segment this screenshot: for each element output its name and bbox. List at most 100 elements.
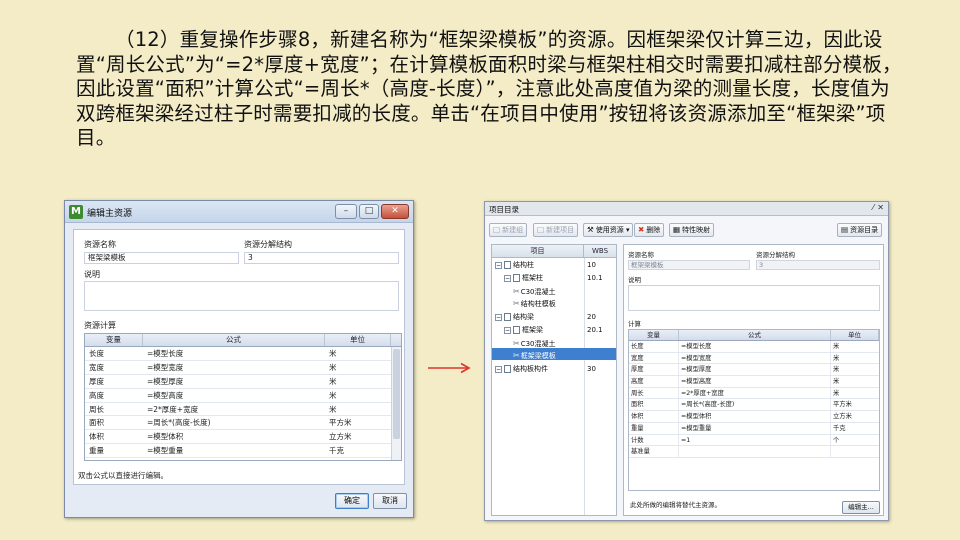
table-row[interactable]: 基准量 (629, 446, 879, 458)
delete-button[interactable]: ✖ 删除 (634, 223, 665, 237)
edit-master-resource-dialog: M 编辑主资源 – □ ✕ 资源名称 框架梁模板 资源分解结构 3 说明 资源计… (64, 200, 414, 518)
cancel-button[interactable]: 取消 (373, 493, 407, 509)
close-button[interactable]: ✕ (381, 204, 409, 219)
property-mapping-button[interactable]: ▦ 特性映射 (669, 223, 715, 237)
resource-icon: ✂ (513, 287, 520, 296)
formula-cell[interactable]: =模型重量 (143, 444, 325, 457)
formula-cell[interactable]: =模型高度 (143, 389, 325, 402)
maximize-button[interactable]: □ (359, 204, 379, 219)
formula-cell[interactable] (679, 446, 831, 457)
r-breakdown-input[interactable]: 3 (756, 260, 880, 270)
table-row[interactable]: 面积 =周长*(高度-长度) 平方米 (629, 399, 879, 412)
variable-cell: 体积 (89, 432, 104, 442)
table-row[interactable]: 厚度 =模型厚度米 (85, 375, 401, 389)
formula-cell[interactable]: =2*厚度+宽度 (143, 403, 325, 416)
table-row[interactable]: 厚度 =模型厚度米 (629, 364, 879, 377)
formula-cell[interactable]: =模型长度 (679, 341, 831, 352)
formula-cell[interactable]: =1 (679, 434, 831, 446)
edit-master-button[interactable]: 编辑主... (842, 501, 880, 514)
use-resource-button[interactable]: ⚒ 使用资源 ▾ (583, 223, 634, 237)
r-description-textarea[interactable] (628, 285, 880, 311)
formula-cell[interactable]: =周长*(高度-长度) (679, 399, 831, 411)
collapse-icon[interactable]: − (495, 313, 502, 321)
table-row[interactable]: 长度 =模型长度米 (85, 347, 401, 361)
formula-cell[interactable]: =模型高度 (679, 376, 831, 387)
formula-cell[interactable]: =2*厚度+宽度 (679, 387, 831, 399)
variable-cell: 长度 (89, 349, 104, 358)
tree-item-label: 框架梁 (522, 326, 543, 334)
tree-item[interactable]: ✂C30混凝土 (513, 286, 556, 297)
r-breakdown-label: 资源分解结构 (756, 251, 795, 259)
col-variable: 变量 (85, 334, 143, 346)
resource-catalog-button[interactable]: ▤ 资源目录 (837, 223, 883, 237)
table-row[interactable]: 高度 =模型高度米 (629, 376, 879, 388)
formula-cell[interactable]: =模型宽度 (143, 361, 325, 374)
tree-item[interactable]: − 结构柱 (495, 260, 534, 271)
formula-cell[interactable]: =模型厚度 (679, 364, 831, 376)
new-item-button[interactable]: □ 新建项目 (533, 223, 579, 237)
collapse-icon[interactable]: − (495, 365, 502, 373)
pin-icon[interactable]: ⁄ (873, 203, 874, 212)
tree-item[interactable]: − 框架柱 (504, 273, 543, 284)
document-icon (504, 261, 511, 269)
new-group-button[interactable]: □ 新建组 (489, 223, 528, 237)
table-row[interactable]: 高度 =模型高度米 (85, 389, 401, 403)
col-formula: 公式 (143, 334, 325, 346)
description-textarea[interactable] (84, 281, 399, 311)
unit-cell: 米 (329, 390, 337, 400)
table-row[interactable]: 体积 =模型体积 立方米 (85, 430, 401, 445)
table-row[interactable]: 长度 =模型长度米 (629, 341, 879, 353)
resource-icon: ✂ (513, 339, 520, 348)
dialog-title: 编辑主资源 (87, 209, 133, 219)
close-icon[interactable]: ✕ (877, 203, 884, 212)
table-row[interactable]: 计数 =1 个 (629, 434, 879, 447)
table-row[interactable]: 周长 =2*厚度+宽度米 (629, 387, 879, 400)
formula-cell[interactable]: =模型体积 (143, 430, 325, 443)
variable-cell: 基准量 (629, 446, 679, 457)
tree-item[interactable]: ✂框架梁模板 (513, 350, 556, 361)
tree-item[interactable]: − 结构梁 (495, 312, 534, 323)
variable-cell: 厚度 (629, 364, 679, 376)
table-scrollbar[interactable] (391, 347, 401, 460)
breakdown-input[interactable]: 3 (244, 252, 399, 264)
table-row[interactable]: 周长 =2*厚度+宽度米 (85, 403, 401, 417)
document-icon (513, 274, 520, 282)
tree-item[interactable]: ✂结构柱模板 (513, 298, 556, 309)
panel-toolbar: □ 新建组 □ 新建项目 ⚒ 使用资源 ▾ ✖ 删除 ▦ 特性映射 ▤ 资源目录 (485, 220, 888, 240)
resource-name-input[interactable]: 框架梁模板 (84, 252, 239, 264)
formula-cell[interactable]: =模型体积 (679, 411, 831, 422)
tree-item[interactable]: ✂C30混凝土 (513, 338, 556, 349)
table-row[interactable]: 体积 =模型体积 立方米 (629, 411, 879, 423)
collapse-icon[interactable]: − (504, 274, 511, 282)
formula-cell[interactable]: =模型厚度 (143, 375, 325, 388)
collapse-icon[interactable]: − (504, 326, 511, 334)
dialog-titlebar[interactable]: M 编辑主资源 – □ ✕ (65, 201, 413, 223)
formula-cell[interactable]: =模型长度 (143, 347, 325, 360)
r-resource-name-input[interactable]: 框架梁模板 (628, 260, 750, 270)
variable-cell: 宽度 (89, 362, 104, 372)
r-col-unit: 单位 (831, 330, 879, 340)
formula-cell[interactable]: =模型宽度 (679, 352, 831, 364)
formula-cell[interactable]: =周长*(高度-长度) (143, 416, 325, 429)
table-row[interactable]: 宽度 =模型宽度米 (629, 352, 879, 365)
collapse-icon[interactable]: − (495, 261, 502, 269)
description-label: 说明 (84, 270, 100, 279)
scrollbar-thumb[interactable] (393, 349, 400, 439)
catalog-icon: ▤ (841, 225, 849, 234)
unit-cell: 立方米 (329, 432, 352, 442)
unit-cell: 米 (329, 362, 337, 372)
unit-cell: 个 (833, 436, 840, 444)
tree-item[interactable]: − 结构板构件 (495, 364, 548, 375)
unit-cell: 千克 (329, 446, 344, 456)
resource-detail-form: 资源名称 框架梁模板 资源分解结构 3 说明 计算 变量 公式 单位 长度 =模型… (623, 244, 884, 516)
table-row[interactable]: 宽度 =模型宽度米 (85, 361, 401, 375)
formula-cell[interactable]: =模型重量 (679, 422, 831, 434)
ok-button[interactable]: 确定 (335, 493, 369, 509)
table-row[interactable]: 面积 =周长*(高度-长度) 平方米 (85, 416, 401, 431)
table-row[interactable]: 重量 =模型重量 千克 (629, 422, 879, 435)
unit-cell: 平方米 (329, 418, 352, 428)
minimize-button[interactable]: – (335, 204, 357, 219)
table-row[interactable]: 重量 =模型重量 千克 (85, 444, 401, 459)
tree-item[interactable]: − 框架梁 (504, 325, 543, 336)
variable-cell: 面积 (89, 418, 104, 428)
